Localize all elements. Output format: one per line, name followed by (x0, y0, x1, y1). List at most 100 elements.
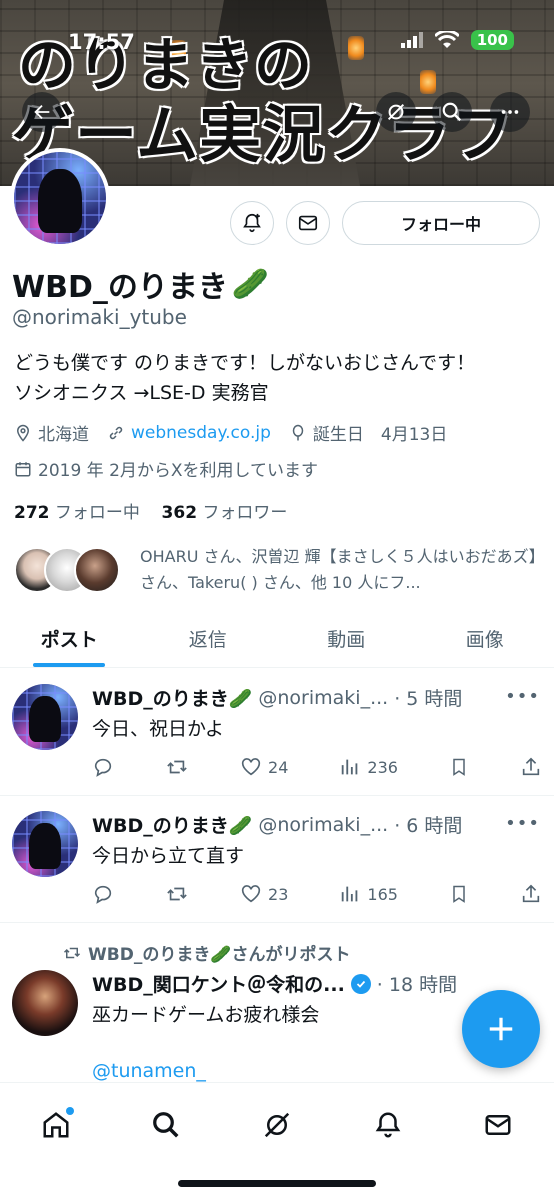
like-count: 23 (268, 884, 289, 904)
tab-replies[interactable]: 返信 (139, 610, 278, 667)
reply-icon (94, 758, 112, 777)
signal-icon (400, 32, 423, 48)
mention-link[interactable]: @tunamen_ (92, 1060, 206, 1082)
calendar-icon (15, 461, 31, 476)
tab-images[interactable]: 画像 (416, 610, 554, 667)
joined-text: 2019 年 2月からXを利用しています (38, 461, 319, 481)
verified-badge-icon (350, 973, 371, 994)
share-button[interactable] (520, 756, 542, 778)
reply-button[interactable] (92, 883, 114, 905)
views-icon (342, 886, 358, 902)
repost-icon (63, 947, 81, 958)
location-icon (16, 424, 30, 442)
website-link[interactable]: webnesday.co.jp (131, 423, 271, 443)
home-icon (43, 1112, 69, 1138)
profile-tabs: ポスト 返信 動画 画像 (0, 610, 554, 668)
tab-videos[interactable]: 動画 (277, 610, 416, 667)
share-icon (522, 757, 540, 776)
search-icon (442, 102, 462, 122)
message-button[interactable] (286, 201, 330, 245)
post-author-name[interactable]: WBD_のりまき🥒 (92, 811, 252, 838)
post-avatar[interactable] (12, 811, 78, 877)
views-icon (342, 759, 358, 775)
post-item[interactable]: WBD_のりまき🥒 @norimaki_... · 6 時間 ••• 今日から立… (0, 797, 554, 923)
bookmark-icon (453, 758, 465, 776)
repost-button[interactable] (165, 883, 189, 905)
post-item[interactable]: WBD_のりまき🥒 @norimaki_... · 5 時間 ••• 今日、祝日… (0, 670, 554, 796)
search-button[interactable] (432, 92, 472, 132)
plus-icon (489, 1017, 513, 1041)
nav-home[interactable] (34, 1103, 78, 1147)
followers-count: 362 (161, 503, 198, 523)
like-count: 24 (268, 757, 289, 777)
avatar-image (12, 811, 78, 877)
bookmark-button[interactable] (449, 756, 469, 778)
home-indicator[interactable] (178, 1180, 376, 1187)
share-icon (522, 884, 540, 903)
nav-search[interactable] (144, 1103, 188, 1147)
repost-button[interactable] (165, 756, 189, 778)
back-arrow-icon (34, 104, 50, 120)
nav-messages[interactable] (476, 1103, 520, 1147)
following-count: 272 (14, 503, 50, 523)
like-button[interactable]: 24 (240, 756, 288, 778)
heart-icon (241, 758, 261, 776)
post-author-name[interactable]: WBD_関口ケント＠令和の... (92, 970, 345, 997)
followed-by[interactable]: OHARU さん、沢曽辺 輝【まさしく５人はいおだあズ】さん、Takeru( )… (14, 544, 544, 596)
birthday-text: 誕生日 4月13日 (312, 425, 448, 445)
heart-icon (241, 885, 261, 903)
bookmark-button[interactable] (449, 883, 469, 905)
profile-handle: @norimaki_ytube (12, 305, 187, 329)
follower-avatars (14, 544, 120, 596)
views-button[interactable]: 236 (339, 756, 398, 778)
cucumber-emoji: 🥒 (231, 266, 270, 302)
compose-post-button[interactable] (462, 990, 540, 1068)
notify-button[interactable] (230, 201, 274, 245)
post-author-handle: @norimaki_... (258, 686, 389, 709)
tab-posts[interactable]: ポスト (0, 610, 139, 667)
repost-icon (167, 887, 187, 901)
post-actions: 24 236 (92, 756, 542, 778)
bell-plus-icon (243, 213, 261, 233)
search-icon (153, 1112, 179, 1138)
more-button[interactable] (490, 92, 530, 132)
repost-by-text[interactable]: WBD_のりまき🥒さんがリポスト (88, 940, 351, 965)
post-avatar[interactable] (12, 970, 78, 1036)
profile-avatar[interactable] (10, 148, 110, 248)
wifi-icon (434, 31, 459, 48)
share-button[interactable] (520, 883, 542, 905)
post-time: · 6 時間 (394, 815, 463, 837)
status-time: 17:57 (68, 30, 135, 54)
nav-notifications[interactable] (366, 1103, 410, 1147)
post-text: 巫カードゲームお疲れ様会 (92, 1004, 320, 1026)
following-button[interactable]: フォロー中 (342, 201, 540, 245)
post-more-icon[interactable]: ••• (505, 686, 540, 707)
following-link[interactable]: 272 フォロー中 (14, 503, 140, 523)
reply-icon (94, 885, 112, 904)
repost-label: WBD_のりまき🥒さんがリポスト (62, 940, 351, 965)
post-text: 今日から立て直す (92, 845, 245, 867)
post-author-name[interactable]: WBD_のりまき🥒 (92, 684, 252, 711)
post-more-icon[interactable]: ••• (505, 813, 540, 834)
bookmark-icon (453, 885, 465, 903)
status-icons: 100 (400, 30, 514, 50)
post-time: · 5 時間 (394, 688, 463, 710)
view-count: 236 (367, 757, 398, 777)
repost-icon (167, 760, 187, 774)
back-button[interactable] (22, 92, 62, 132)
notifications-icon (375, 1112, 401, 1138)
grok-button[interactable] (376, 92, 416, 132)
like-button[interactable]: 23 (240, 883, 288, 905)
post-avatar[interactable] (12, 684, 78, 750)
avatar-image (12, 684, 78, 750)
reply-button[interactable] (92, 756, 114, 778)
following-label: フォロー中 (54, 503, 140, 523)
profile-name: WBD_のりまき 🥒 (12, 262, 269, 306)
followers-link[interactable]: 362 フォロワー (162, 503, 288, 523)
nav-grok[interactable] (255, 1103, 299, 1147)
post-text: 今日、祝日かよ (92, 718, 225, 740)
grok-icon (387, 103, 405, 121)
views-button[interactable]: 165 (339, 883, 398, 905)
profile-bio: どうも僕です のりまきです！しがないおじさんです！ ソシオニクス →LSE-D … (14, 348, 544, 408)
link-icon (109, 426, 123, 439)
